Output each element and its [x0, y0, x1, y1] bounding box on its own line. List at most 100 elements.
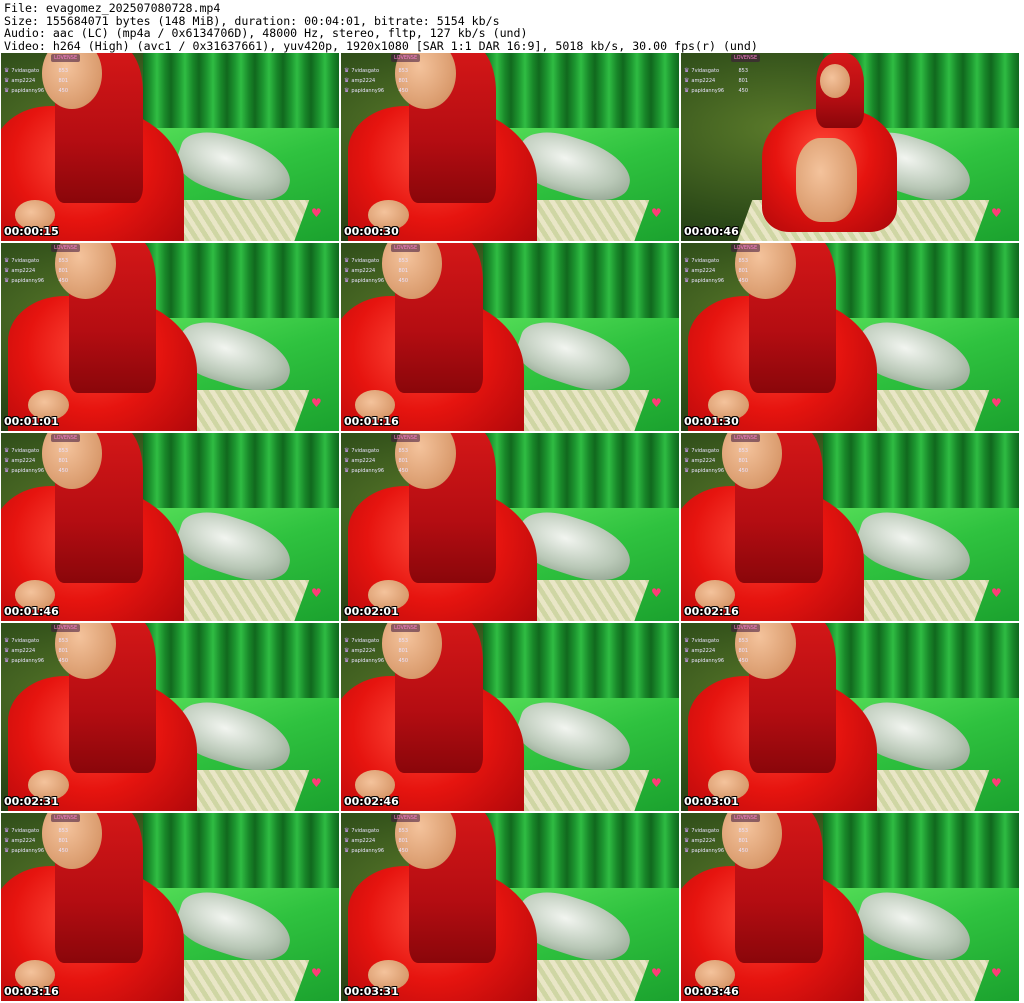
heart-icon: ♥: [651, 776, 662, 790]
lovense-badge: LOVENSE: [731, 54, 761, 62]
lovense-badge: LOVENSE: [731, 814, 761, 822]
leaderboard-score: 801: [58, 648, 68, 654]
leaderboard-name: amp2224: [11, 78, 36, 84]
tip-leaderboard: ♛ 7vidasgato 853 ♛ amp2224 801 ♛ papidanny96 450: [4, 826, 68, 856]
leaderboard-score: 801: [398, 458, 408, 464]
leaderboard-row: ♛ 7vidasgato 853: [684, 66, 748, 76]
leaderboard-score: 853: [738, 638, 748, 644]
lovense-badge: LOVENSE: [51, 244, 81, 252]
leaderboard-name: amp2224: [691, 268, 716, 274]
timestamp: 00:03:31: [344, 985, 399, 998]
leaderboard-row: ♛ 7vidasgato 853: [344, 66, 408, 76]
leaderboard-name: 7vidasgato: [351, 828, 380, 834]
timestamp: 00:01:16: [344, 415, 399, 428]
timestamp: 00:01:01: [4, 415, 59, 428]
crown-icon: ♛: [684, 87, 690, 94]
leaderboard-name: papidanny96: [351, 658, 385, 664]
video-thumbnail: LOVENSE ♛ 7vidasgato 853 ♛ amp2224 801 ♛ papidan…: [1, 53, 339, 241]
leaderboard-row: ♛ 7vidasgato 853: [4, 256, 68, 266]
timestamp: 00:02:46: [344, 795, 399, 808]
leaderboard-score: 450: [398, 278, 408, 284]
leaderboard-name: amp2224: [691, 78, 716, 84]
tip-leaderboard: ♛ 7vidasgato 853 ♛ amp2224 801 ♛ papidanny96 450: [344, 636, 408, 666]
heart-icon: ♥: [991, 396, 1002, 410]
leaderboard-score: 450: [58, 848, 68, 854]
tip-leaderboard: ♛ 7vidasgato 853 ♛ amp2224 801 ♛ papidanny96 450: [684, 636, 748, 666]
leaderboard-name: amp2224: [691, 838, 716, 844]
leaderboard-score: 450: [738, 468, 748, 474]
thumbnail-grid: LOVENSE ♛ 7vidasgato 853 ♛ amp2224 801 ♛ papidan…: [1, 53, 1024, 1003]
leaderboard-row: ♛ papidanny96 450: [344, 846, 408, 856]
leaderboard-row: ♛ 7vidasgato 853: [684, 636, 748, 646]
heart-icon: ♥: [651, 206, 662, 220]
lovense-badge: LOVENSE: [391, 434, 421, 442]
lovense-badge: LOVENSE: [391, 814, 421, 822]
crown-icon: ♛: [4, 277, 10, 284]
crown-icon: ♛: [344, 457, 350, 464]
tip-leaderboard: ♛ 7vidasgato 853 ♛ amp2224 801 ♛ papidanny96 450: [4, 636, 68, 666]
heart-icon: ♥: [651, 586, 662, 600]
leaderboard-name: 7vidasgato: [11, 638, 40, 644]
lovense-badge: LOVENSE: [51, 624, 81, 632]
leaderboard-score: 801: [58, 268, 68, 274]
leaderboard-score: 853: [398, 448, 408, 454]
video-thumbnail: LOVENSE ♛ 7vidasgato 853 ♛ amp2224 801 ♛ papidan…: [681, 53, 1019, 241]
leaderboard-score: 853: [398, 828, 408, 834]
leaderboard-name: 7vidasgato: [11, 828, 40, 834]
video-thumbnail: LOVENSE ♛ 7vidasgato 853 ♛ amp2224 801 ♛ papidan…: [681, 623, 1019, 811]
timestamp: 00:03:01: [684, 795, 739, 808]
leaderboard-score: 853: [58, 638, 68, 644]
heart-icon: ♥: [651, 396, 662, 410]
video-thumbnail: LOVENSE ♛ 7vidasgato 853 ♛ amp2224 801 ♛ papidan…: [1, 433, 339, 621]
leaderboard-row: ♛ amp2224 801: [344, 76, 408, 86]
crown-icon: ♛: [684, 837, 690, 844]
timestamp: 00:00:30: [344, 225, 399, 238]
crown-icon: ♛: [684, 657, 690, 664]
leaderboard-name: 7vidasgato: [691, 68, 720, 74]
leaderboard-score: 853: [58, 828, 68, 834]
crown-icon: ♛: [4, 267, 10, 274]
leaderboard-score: 801: [58, 838, 68, 844]
leaderboard-score: 853: [58, 258, 68, 264]
crown-icon: ♛: [344, 467, 350, 474]
leaderboard-row: ♛ 7vidasgato 853: [684, 446, 748, 456]
tip-leaderboard: ♛ 7vidasgato 853 ♛ amp2224 801 ♛ papidanny96 450: [344, 66, 408, 96]
crown-icon: ♛: [344, 637, 350, 644]
leaderboard-name: amp2224: [691, 648, 716, 654]
video-thumbnail: LOVENSE ♛ 7vidasgato 853 ♛ amp2224 801 ♛ papidan…: [341, 623, 679, 811]
leaderboard-score: 853: [398, 68, 408, 74]
leaderboard-row: ♛ amp2224 801: [684, 836, 748, 846]
leaderboard-row: ♛ papidanny96 450: [684, 846, 748, 856]
timestamp: 00:01:46: [4, 605, 59, 618]
face: [819, 64, 850, 99]
crown-icon: ♛: [4, 657, 10, 664]
tip-leaderboard: ♛ 7vidasgato 853 ♛ amp2224 801 ♛ papidanny96 450: [344, 446, 408, 476]
leaderboard-name: papidanny96: [11, 848, 45, 854]
crown-icon: ♛: [684, 257, 690, 264]
leaderboard-row: ♛ amp2224 801: [4, 836, 68, 846]
leaderboard-name: amp2224: [351, 648, 376, 654]
timestamp: 00:00:46: [684, 225, 739, 238]
leaderboard-score: 450: [398, 848, 408, 854]
leaderboard-name: papidanny96: [11, 658, 45, 664]
crown-icon: ♛: [684, 847, 690, 854]
leaderboard-score: 450: [738, 658, 748, 664]
leaderboard-score: 853: [738, 258, 748, 264]
crown-icon: ♛: [344, 827, 350, 834]
timestamp: 00:02:16: [684, 605, 739, 618]
video-thumbnail: LOVENSE ♛ 7vidasgato 853 ♛ amp2224 801 ♛ papidan…: [681, 243, 1019, 431]
crown-icon: ♛: [344, 447, 350, 454]
leaderboard-row: ♛ papidanny96 450: [684, 276, 748, 286]
leaderboard-row: ♛ papidanny96 450: [4, 276, 68, 286]
leaderboard-row: ♛ amp2224 801: [4, 646, 68, 656]
crown-icon: ♛: [4, 87, 10, 94]
leaderboard-name: amp2224: [11, 458, 36, 464]
leaderboard-row: ♛ papidanny96 450: [4, 86, 68, 96]
leaderboard-score: 801: [398, 268, 408, 274]
leaderboard-score: 450: [738, 278, 748, 284]
crown-icon: ♛: [4, 827, 10, 834]
leaderboard-score: 450: [58, 278, 68, 284]
crown-icon: ♛: [344, 67, 350, 74]
leaderboard-name: amp2224: [691, 458, 716, 464]
crown-icon: ♛: [344, 267, 350, 274]
